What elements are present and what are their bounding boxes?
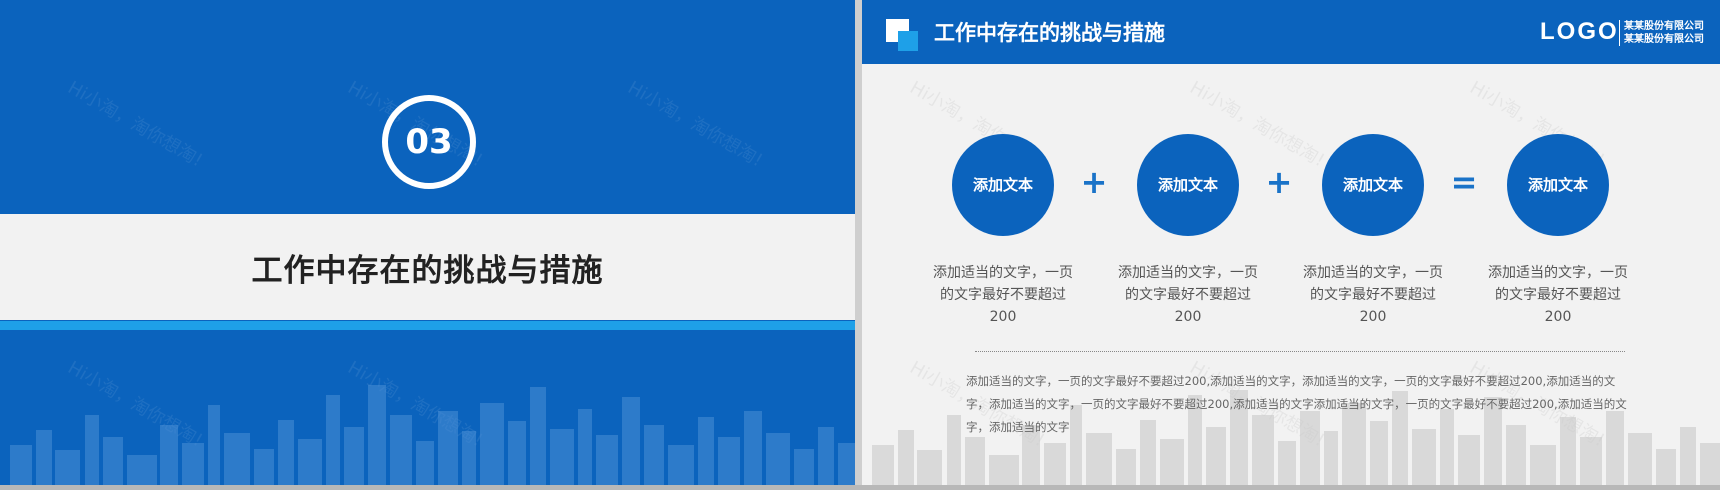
circle-description: 添加适当的文字，一页的文字最好不要超过200 (933, 265, 1073, 325)
company-logo: LOGO (1540, 18, 1619, 45)
section-number: 03 (405, 122, 453, 162)
watermark: Hi小淘，淘你想淘! (624, 77, 767, 172)
plus-operator: + (1265, 163, 1293, 201)
equals-operator: = (1450, 163, 1478, 201)
company-name-line: 某某股份有限公司 (1624, 34, 1704, 45)
company-name-line: 某某股份有限公司 (1624, 21, 1704, 32)
body-paragraph: 添加适当的文字，一页的文字最好不要超过200,添加适当的文字，添加适当的文字，一… (966, 374, 1627, 434)
watermark: Hi小淘，淘你想淘! (64, 77, 207, 172)
circle-description: 添加适当的文字，一页的文字最好不要超过200 (1118, 265, 1258, 325)
header-title: 工作中存在的挑战与措施 (934, 21, 1165, 45)
section-cover-slide[interactable]: Hi小淘，淘你想淘! Hi小淘，淘你想淘! Hi小淘，淘你想淘! Hi小淘，淘你… (0, 0, 855, 485)
text-circle-3[interactable]: 添加文本 (1322, 134, 1424, 236)
header-square-accent-icon (898, 31, 918, 51)
text-circle-1[interactable]: 添加文本 (952, 134, 1054, 236)
section-number-circle: 03 (382, 95, 476, 189)
logo-divider (1619, 20, 1620, 46)
company-name: 某某股份有限公司 某某股份有限公司 (1624, 20, 1704, 46)
circle-description: 添加适当的文字，一页的文字最好不要超过200 (1303, 265, 1443, 325)
section-title: 工作中存在的挑战与措施 (251, 252, 604, 289)
city-skyline-image (10, 385, 855, 485)
plus-operator: + (1080, 163, 1108, 201)
text-circle-4[interactable]: 添加文本 (1507, 134, 1609, 236)
presentation-stage: Hi小淘，淘你想淘! Hi小淘，淘你想淘! Hi小淘，淘你想淘! Hi小淘，淘你… (0, 0, 1720, 490)
dotted-divider (975, 351, 1625, 352)
bottom-strip (0, 485, 1720, 490)
accent-stripe (0, 321, 855, 330)
slide-header: 工作中存在的挑战与措施 LOGO 某某股份有限公司 某某股份有限公司 (862, 0, 1720, 64)
circle-description: 添加适当的文字，一页的文字最好不要超过200 (1488, 265, 1628, 325)
text-circle-2[interactable]: 添加文本 (1137, 134, 1239, 236)
content-slide[interactable]: Hi小淘，淘你想淘! Hi小淘，淘你想淘! Hi小淘，淘你想淘! Hi小淘，淘你… (862, 0, 1720, 485)
